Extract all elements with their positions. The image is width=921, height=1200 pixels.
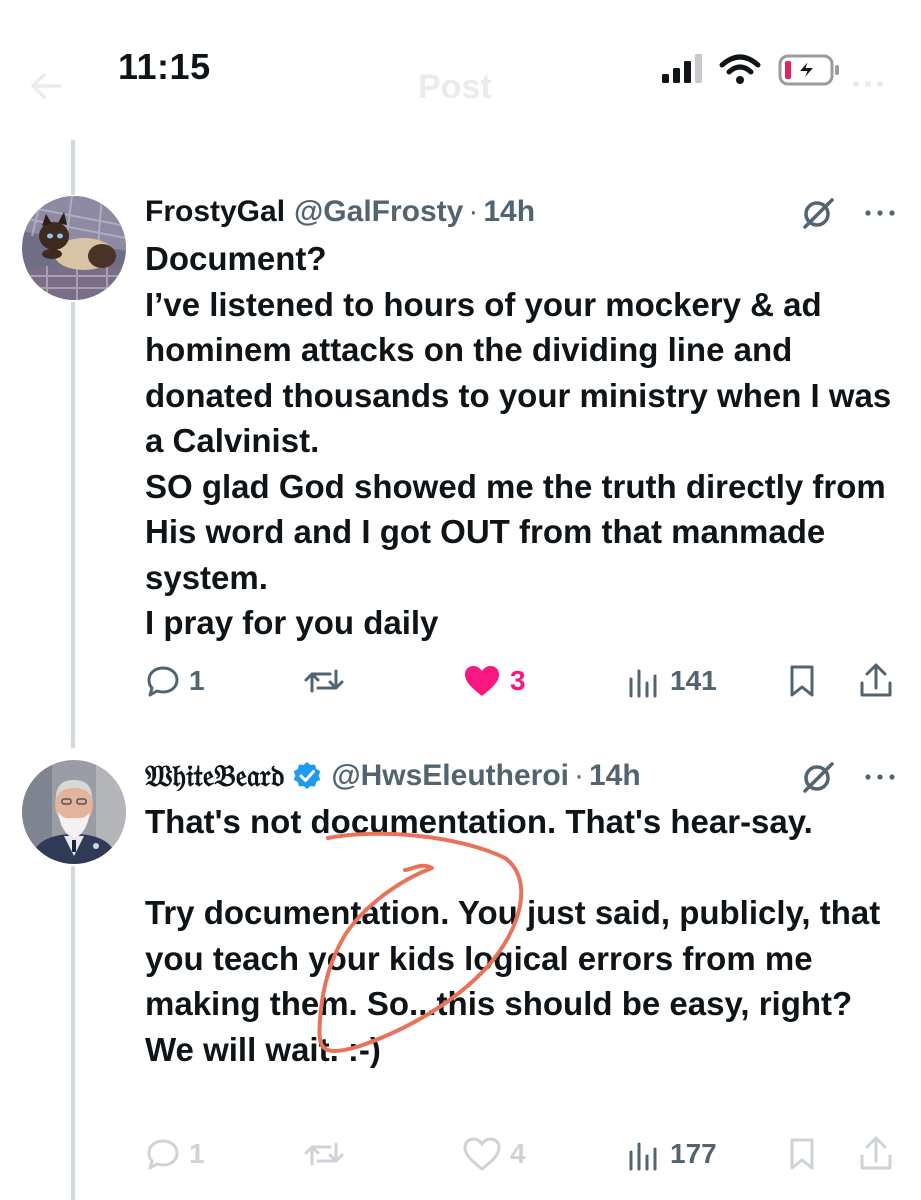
share-icon[interactable] (856, 1134, 896, 1174)
reply-count: 1 (189, 1138, 205, 1169)
views-button[interactable]: 177 (626, 1136, 717, 1172)
tweet-text: That's not documentation. That's hear-sa… (145, 799, 905, 1072)
man-avatar-image (22, 760, 126, 864)
display-name[interactable]: 𝔚𝔥𝔦𝔱𝔢𝔅𝔢𝔞𝔯𝔡 (145, 759, 284, 794)
tweet-text-line: That's not documentation. That's hear-sa… (145, 803, 813, 840)
views-chart-icon (629, 1142, 657, 1171)
views-count: 177 (670, 1138, 717, 1169)
more-options-icon[interactable] (862, 759, 898, 795)
verified-badge-icon (294, 762, 321, 789)
reply-icon (147, 1139, 179, 1170)
bookmark-icon[interactable] (784, 1136, 820, 1172)
user-handle[interactable]: @HwsEleutheroi (331, 759, 569, 793)
like-count: 4 (510, 1138, 526, 1169)
tweet-text-line: Try documentation. You just said, public… (145, 894, 881, 1068)
tweet[interactable]: 𝔚𝔥𝔦𝔱𝔢𝔅𝔢𝔞𝔯𝔡 @HwsEleutheroi · 14h That's n… (0, 0, 921, 1200)
repost-icon (304, 1142, 344, 1166)
tweet-header: 𝔚𝔥𝔦𝔱𝔢𝔅𝔢𝔞𝔯𝔡 @HwsEleutheroi · 14h (145, 756, 641, 796)
separator-dot: · (574, 759, 584, 792)
tweet-actions: 1 4 (0, 1130, 921, 1178)
reply-button[interactable]: 1 (145, 1136, 205, 1172)
tweet-text-line (145, 845, 905, 891)
heart-outline-icon (463, 1137, 501, 1171)
like-button[interactable]: 4 (462, 1136, 526, 1172)
avatar[interactable] (22, 760, 126, 864)
repost-button[interactable] (302, 1136, 354, 1172)
grok-icon[interactable] (800, 759, 836, 795)
timestamp[interactable]: 14h (589, 759, 641, 793)
